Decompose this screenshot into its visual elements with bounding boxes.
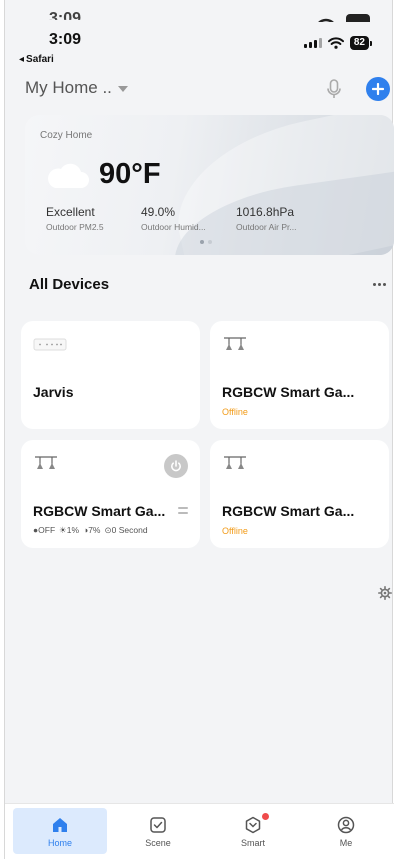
tab-home[interactable]: Home [13, 808, 107, 854]
device-name: RGBCW Smart Ga... [222, 503, 355, 519]
notification-badge [262, 813, 269, 820]
device-card-rgbcw-3[interactable]: RGBCW Smart Ga... Offline [210, 440, 389, 548]
brightness-state: ☀1% [59, 525, 80, 535]
power-toggle-button[interactable] [164, 454, 188, 478]
device-status-line: ●OFF ☀1% ◑7% ⊙0 Second [33, 525, 148, 536]
metric-label: Outdoor Air Pr... [236, 222, 297, 232]
device-card-rgbcw-2[interactable]: RGBCW Smart Ga... ●OFF ☀1% ◑7% ⊙0 Second [21, 440, 200, 548]
signal-icon [303, 38, 322, 48]
app-screen: 3:09 3:09 ◂ Safari 82 My Home .. Cozy Ho… [4, 0, 394, 859]
power-strip-icon [33, 338, 67, 351]
device-status: Offline [222, 407, 248, 417]
home-icon [53, 818, 67, 832]
wifi-icon [327, 37, 344, 49]
smart-icon [245, 816, 261, 834]
device-name: Jarvis [33, 384, 74, 400]
carousel-dots [200, 240, 212, 244]
plus-icon [372, 83, 384, 95]
tab-label: Home [47, 838, 72, 848]
metric-value: 1016.8hPa [236, 205, 295, 219]
add-button[interactable] [366, 77, 390, 101]
color-temp-state: ◑7% [83, 525, 101, 535]
drag-handle-icon[interactable] [178, 507, 188, 514]
metric-pm25: Excellent Outdoor PM2.5 [46, 205, 104, 232]
metric-air-pressure: 1016.8hPa Outdoor Air Pr... [236, 205, 296, 232]
garden-light-icon [224, 456, 246, 469]
tab-me[interactable]: Me [299, 808, 393, 854]
tab-label: Me [339, 838, 353, 848]
metric-label: Outdoor Humid... [141, 222, 206, 232]
microphone-button[interactable] [323, 78, 345, 100]
back-to-safari-link[interactable]: ◂ Safari [19, 54, 54, 65]
back-link-label: Safari [26, 54, 54, 65]
device-card-rgbcw-1[interactable]: RGBCW Smart Ga... Offline [210, 321, 389, 429]
ghost-status-icons [316, 12, 376, 22]
temperature: 90°F [99, 158, 161, 190]
cloud-icon [48, 163, 89, 188]
metric-value: 49.0% [141, 205, 176, 219]
home-selector-label: My Home .. [25, 78, 112, 97]
timer-state: ⊙0 Second [104, 525, 148, 535]
metric-value: Excellent [46, 205, 95, 219]
garden-light-icon [224, 337, 246, 350]
clock-icon: ⊙ [104, 525, 112, 535]
status-time: 3:09 [49, 31, 82, 48]
metric-humidity: 49.0% Outdoor Humid... [141, 205, 206, 232]
scene-icon [150, 817, 166, 833]
power-icon [171, 460, 181, 472]
tab-label: Smart [240, 838, 265, 848]
sun-icon: ☀ [59, 525, 67, 535]
weather-card[interactable]: Cozy Home 90°F Excellent Outdoor PM2.5 4… [25, 115, 394, 255]
back-arrow-icon: ◂ [19, 54, 25, 65]
device-name: RGBCW Smart Ga... [33, 503, 166, 519]
metric-label: Outdoor PM2.5 [46, 222, 104, 232]
device-status: Offline [222, 526, 248, 536]
tab-bar: Home Scene Smart Me [5, 803, 394, 859]
more-options-button[interactable] [369, 276, 389, 292]
device-name: RGBCW Smart Ga... [222, 384, 355, 400]
caret-down-icon [117, 86, 128, 92]
me-icon [337, 816, 355, 834]
ghost-status-time: 3:09 [49, 10, 82, 27]
tab-smart[interactable]: Smart [206, 808, 300, 854]
weather-home-label: Cozy Home [40, 130, 93, 141]
status-icons: 82 [303, 36, 372, 50]
section-title: All Devices [29, 276, 110, 293]
device-card-jarvis[interactable]: Jarvis [21, 321, 200, 429]
battery-level: 82 [349, 36, 369, 50]
tab-scene[interactable]: Scene [111, 808, 205, 854]
garden-light-icon [35, 456, 57, 469]
home-selector[interactable]: My Home .. [25, 78, 128, 98]
power-state: ●OFF [33, 525, 56, 535]
microphone-icon [327, 79, 341, 98]
gear-icon[interactable] [378, 586, 392, 600]
battery-icon: 82 [349, 36, 372, 50]
tab-label: Scene [145, 838, 171, 848]
